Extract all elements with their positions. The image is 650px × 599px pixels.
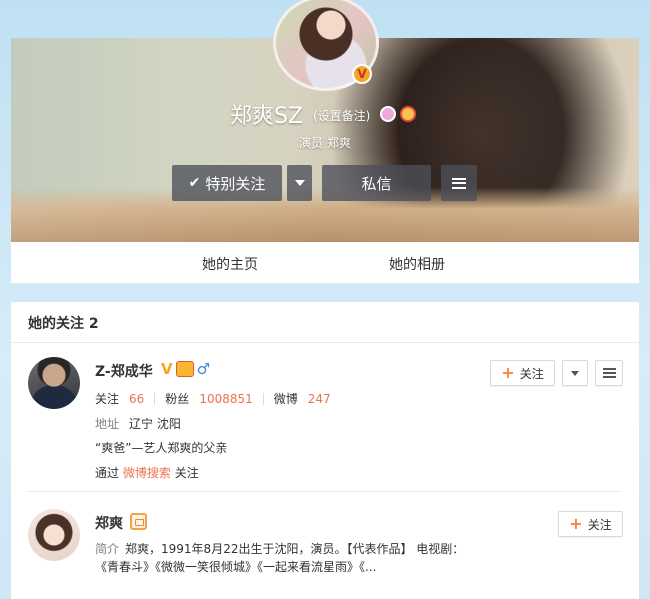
tab-homepage[interactable]: 她的主页 (202, 254, 258, 274)
stat-weibo-count[interactable]: 247 (308, 392, 331, 406)
check-icon: ✔ (188, 175, 201, 191)
plus-icon: + (569, 514, 583, 533)
stat-fans-label: 粉丝 (165, 392, 190, 406)
more-button[interactable] (595, 360, 623, 386)
caret-down-icon (571, 370, 579, 376)
male-icon: ♂ (196, 360, 211, 378)
message-label: 私信 (361, 174, 392, 193)
follow-source: 通过 微博搜索 关注 (95, 464, 199, 481)
user-address: 地址 辽宁 沈阳 (95, 415, 181, 432)
via-suffix: 关注 (174, 466, 199, 480)
divider (154, 392, 156, 405)
stat-fans-count[interactable]: 1008851 (199, 392, 252, 406)
via-prefix: 通过 (95, 466, 120, 480)
message-button[interactable]: 私信 (322, 165, 431, 201)
follow-label: 关注 (587, 517, 612, 532)
medal-icon[interactable] (175, 361, 194, 377)
stat-follow-label: 关注 (95, 392, 120, 406)
stat-weibo-label: 微博 (273, 392, 298, 406)
address-label: 地址 (95, 417, 120, 431)
set-remark-link[interactable]: (设置备注) (313, 107, 370, 124)
more-menu-button[interactable] (441, 165, 477, 201)
special-follow-label: 特别关注 (205, 174, 266, 193)
following-title: 她的关注 2 (28, 316, 99, 332)
user-intro: 简介 郑爽，1991年8月22出生于沈阳，演员。【代表作品】 电视剧：《青春斗》《… (95, 540, 475, 576)
medal-icon[interactable] (380, 106, 396, 122)
verified-badge-icon: V (352, 64, 372, 84)
follow-button[interactable]: + 关注 (558, 511, 623, 537)
user-description: “爽爸”—艺人郑爽的父亲 (95, 441, 228, 455)
intro-label: 简介 (95, 542, 120, 556)
divider (11, 342, 639, 343)
plus-icon: + (501, 363, 515, 382)
hamburger-icon (602, 368, 616, 378)
hamburger-icon (452, 177, 466, 189)
award-icon[interactable] (400, 106, 416, 122)
profile-name: 郑爽SZ (230, 104, 304, 129)
follow-label: 关注 (519, 366, 544, 381)
user-badges: V ♂ (161, 361, 210, 377)
following-card: 她的关注 2 Z-郑成华 V ♂ 关注 66 粉丝 1008851 微博 247… (11, 302, 639, 599)
intro-text: 郑爽，1991年8月22出生于沈阳，演员。【代表作品】 电视剧：《青春斗》《微微… (95, 542, 465, 574)
tab-albums[interactable]: 她的相册 (389, 254, 445, 274)
user-stats: 关注 66 粉丝 1008851 微博 247 (95, 390, 331, 407)
divider (262, 392, 264, 405)
caret-down-icon (294, 180, 305, 186)
divider (28, 491, 622, 492)
follow-dropdown-button[interactable] (287, 165, 312, 201)
dropdown-button[interactable] (562, 360, 588, 386)
profile-subtitle: 演员 郑爽 (299, 136, 351, 150)
special-follow-button[interactable]: ✔ 特别关注 (172, 165, 282, 201)
diamond-member-icon[interactable] (130, 513, 147, 530)
address-value: 辽宁 沈阳 (129, 417, 181, 431)
user-badges (130, 513, 147, 530)
avatar[interactable] (28, 509, 80, 561)
avatar[interactable] (28, 357, 80, 409)
verified-icon[interactable]: V (161, 361, 173, 377)
via-link[interactable]: 微博搜索 (123, 466, 171, 480)
user-name-link[interactable]: Z-郑成华 (95, 361, 153, 381)
follow-button[interactable]: + 关注 (490, 360, 555, 386)
user-name-link[interactable]: 郑爽 (95, 513, 123, 533)
stat-follow-count[interactable]: 66 (129, 392, 144, 406)
profile-tabs: 她的主页 她的相册 (11, 242, 639, 284)
